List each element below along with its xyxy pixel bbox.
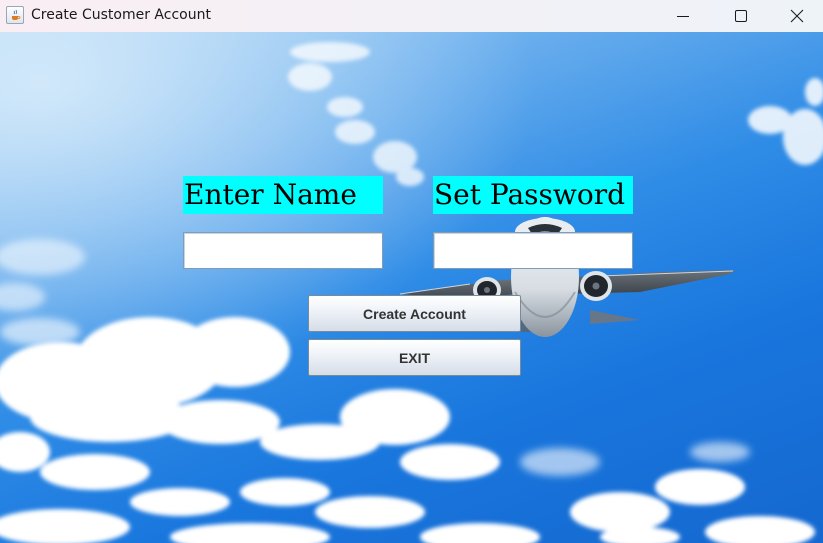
maximize-button[interactable] [712,0,770,32]
window-title: Create Customer Account [31,7,211,23]
minimize-icon [677,16,689,17]
maximize-icon [735,10,747,22]
title-bar[interactable]: Create Customer Account [0,0,823,32]
sky-background-image [0,32,823,543]
form-panel: Enter Name Set Password Create Account E… [0,32,823,543]
exit-button[interactable]: EXIT [308,339,521,376]
close-button[interactable] [770,0,823,32]
password-input[interactable] [433,232,633,269]
minimize-button[interactable] [654,0,712,32]
name-input[interactable] [183,232,383,269]
app-window: Create Customer Account Enter Name Set P… [0,0,823,543]
create-account-button[interactable]: Create Account [308,295,521,332]
enter-name-label: Enter Name [183,176,383,214]
set-password-label: Set Password [433,176,633,214]
java-app-icon [6,6,24,24]
close-icon [790,9,803,23]
